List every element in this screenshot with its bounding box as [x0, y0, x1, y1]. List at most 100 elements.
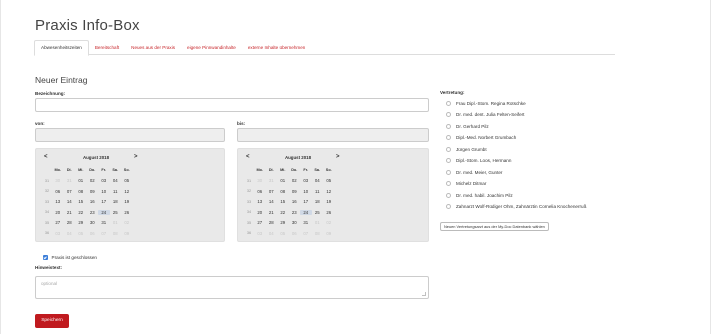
calendar-day[interactable]: 01	[277, 178, 289, 183]
calendar-day[interactable]: 15	[277, 199, 289, 204]
calendar-day[interactable]: 08	[75, 189, 87, 194]
calendar-day[interactable]: 10	[300, 189, 312, 194]
calendar-day[interactable]: 08	[277, 189, 289, 194]
calendar-day[interactable]: 16	[289, 199, 301, 204]
calendar-day[interactable]: 01	[312, 220, 324, 225]
calendar-day[interactable]: 03	[254, 231, 266, 236]
calendar-day[interactable]: 16	[87, 199, 99, 204]
praxis-geschlossen-checkbox[interactable]: Praxis ist geschlossen	[43, 255, 97, 260]
radio-icon[interactable]	[446, 100, 451, 106]
calendar-day[interactable]: 09	[121, 231, 133, 236]
calendar-day[interactable]: 02	[289, 178, 301, 183]
calendar-day[interactable]: 25	[312, 210, 324, 215]
tab-1[interactable]: Bereitschaft	[89, 40, 125, 55]
calendar-day[interactable]: 01	[110, 220, 122, 225]
chevron-left-icon[interactable]: <	[246, 154, 250, 160]
save-button[interactable]: Speichern	[35, 314, 69, 328]
radio-icon[interactable]	[446, 181, 451, 186]
chevron-right-icon[interactable]: >	[336, 154, 340, 160]
calendar-day[interactable]: 17	[98, 199, 110, 204]
calendar-day[interactable]: 10	[98, 189, 110, 194]
calendar-day[interactable]: 13	[52, 199, 64, 204]
von-input[interactable]	[35, 128, 225, 142]
add-vertretung-button[interactable]: Neuen Vertretungsarzt aus der My-Doc Dat…	[440, 222, 549, 231]
radio-icon[interactable]	[446, 146, 451, 152]
calendar-day[interactable]: 23	[87, 210, 99, 215]
radio-icon[interactable]	[446, 135, 451, 140]
calendar-day[interactable]: 23	[289, 210, 301, 215]
checkbox-checked-icon[interactable]	[43, 255, 48, 260]
calendar-day[interactable]: 04	[110, 178, 122, 183]
tab-0[interactable]: Abwesenheitszeiten	[34, 40, 89, 56]
calendar-day[interactable]: 02	[121, 220, 133, 225]
calendar-day[interactable]: 05	[75, 231, 87, 236]
calendar-day[interactable]: 27	[52, 220, 64, 225]
calendar-day[interactable]: 30	[87, 220, 99, 225]
calendar-day[interactable]: 26	[121, 210, 133, 215]
calendar-day[interactable]: 08	[110, 231, 122, 236]
calendar-day[interactable]: 19	[121, 199, 133, 204]
vertretung-option[interactable]: Dipl.-Stom. Loos, Hermann	[446, 157, 511, 165]
calendar-day[interactable]: 03	[300, 178, 312, 183]
calendar-day[interactable]: 07	[266, 189, 278, 194]
calendar-day[interactable]: 29	[75, 220, 87, 225]
vertretung-option[interactable]: Dr. med. habil. Joachim Pilz	[446, 191, 513, 199]
vertretung-option[interactable]: Dipl.-Med. Norbert Grumbach	[446, 134, 516, 142]
calendar-day[interactable]: 29	[277, 220, 289, 225]
tab-3[interactable]: eigene Pinnwandinhalte	[181, 40, 242, 55]
calendar-day[interactable]: 02	[323, 220, 335, 225]
chevron-right-icon[interactable]: >	[134, 154, 138, 160]
calendar-day[interactable]: 06	[87, 231, 99, 236]
calendar-day[interactable]: 04	[312, 178, 324, 183]
vertretung-option[interactable]: Dr. Gerhard Pilz	[446, 122, 489, 130]
calendar-day[interactable]: 31	[300, 220, 312, 225]
hinweis-textarea[interactable]: optional	[35, 276, 429, 299]
calendar-day[interactable]: 06	[52, 189, 64, 194]
tab-4[interactable]: externe Inhalte übernehmen	[242, 40, 311, 55]
radio-icon[interactable]	[446, 112, 451, 117]
calendar-day[interactable]: 07	[64, 189, 76, 194]
calendar-day[interactable]: 18	[312, 199, 324, 204]
calendar-day[interactable]: 30	[289, 220, 301, 225]
calendar-day[interactable]: 05	[277, 231, 289, 236]
vertretung-option[interactable]: Jürgen Grumbt	[446, 145, 487, 153]
calendar-day[interactable]: 19	[323, 199, 335, 204]
calendar-day[interactable]: 24	[98, 209, 110, 215]
calendar-day[interactable]: 06	[254, 189, 266, 194]
vertretung-option[interactable]: Michelz Ditmar	[446, 180, 486, 188]
calendar-day[interactable]: 22	[75, 210, 87, 215]
calendar-day[interactable]: 31	[266, 178, 278, 183]
radio-icon[interactable]	[446, 169, 451, 175]
bis-input[interactable]	[237, 128, 429, 142]
calendar-day[interactable]: 05	[323, 178, 335, 183]
vertretung-option[interactable]: Dr. med. dent. Julia Felten-Seifert	[446, 111, 524, 119]
calendar-day[interactable]: 28	[64, 220, 76, 225]
calendar-day[interactable]: 15	[75, 199, 87, 204]
calendar-day[interactable]: 20	[254, 210, 266, 215]
vertretung-option[interactable]: Frau Dipl.-Stom. Regina Rotschke	[446, 99, 526, 107]
calendar-day[interactable]: 22	[277, 210, 289, 215]
calendar-day[interactable]: 12	[323, 189, 335, 194]
calendar-day[interactable]: 04	[266, 231, 278, 236]
calendar-day[interactable]: 31	[98, 220, 110, 225]
tab-2[interactable]: Neues aus der Praxis	[125, 40, 181, 55]
calendar-day[interactable]: 01	[75, 178, 87, 183]
calendar-day[interactable]: 08	[312, 231, 324, 236]
calendar-day[interactable]: 11	[110, 189, 122, 194]
calendar-day[interactable]: 21	[266, 210, 278, 215]
calendar-day[interactable]: 07	[98, 231, 110, 236]
calendar-day[interactable]: 12	[121, 189, 133, 194]
calendar-day[interactable]: 18	[110, 199, 122, 204]
radio-icon[interactable]	[446, 123, 451, 129]
calendar-day[interactable]: 09	[87, 189, 99, 194]
radio-icon[interactable]	[446, 158, 451, 163]
calendar-day[interactable]: 17	[300, 199, 312, 204]
calendar-day[interactable]: 28	[266, 220, 278, 225]
calendar-day[interactable]: 30	[254, 178, 266, 183]
calendar-day[interactable]: 05	[121, 178, 133, 183]
calendar-day[interactable]: 27	[254, 220, 266, 225]
calendar-day[interactable]: 21	[64, 210, 76, 215]
calendar-day[interactable]: 25	[110, 210, 122, 215]
calendar-day[interactable]: 09	[289, 189, 301, 194]
chevron-left-icon[interactable]: <	[44, 154, 48, 160]
